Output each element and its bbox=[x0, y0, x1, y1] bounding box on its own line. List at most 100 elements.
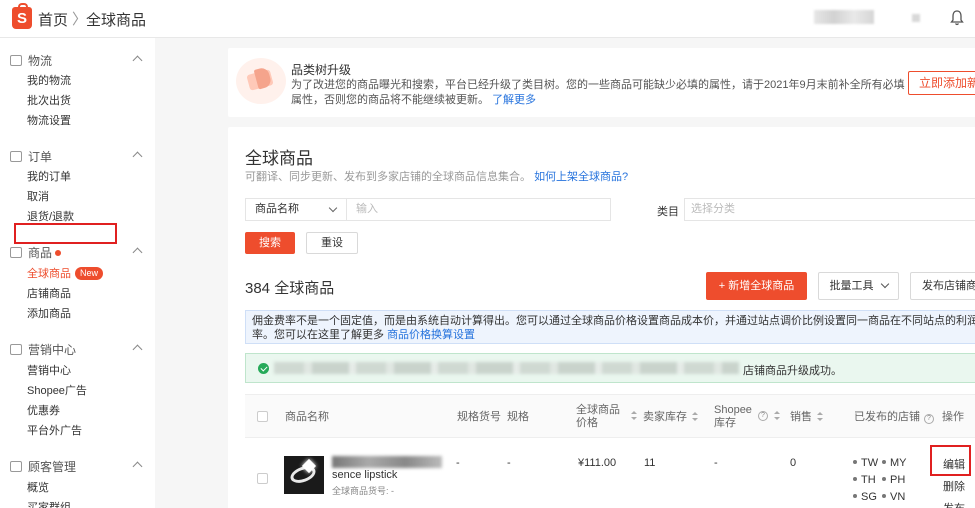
sort-icon[interactable] bbox=[817, 412, 823, 421]
col-spec: 规格 bbox=[507, 411, 529, 423]
breadcrumb-home[interactable]: 首页 bbox=[38, 9, 68, 30]
sidebar-item-overview[interactable]: 概览 bbox=[27, 479, 49, 495]
help-icon[interactable]: ? bbox=[924, 414, 934, 424]
sidebar-section-marketing[interactable]: 营销中心 bbox=[10, 341, 76, 358]
sort-icon[interactable] bbox=[774, 411, 780, 420]
sidebar-item-cancel[interactable]: 取消 bbox=[27, 188, 49, 204]
select-all-checkbox[interactable] bbox=[257, 411, 268, 422]
delete-link[interactable]: 删除 bbox=[943, 478, 965, 494]
publish-link[interactable]: 发布 bbox=[943, 500, 965, 508]
chevron-up-icon[interactable] bbox=[132, 461, 143, 472]
sidebar-item-buyer-groups[interactable]: 买家群组 bbox=[27, 499, 71, 508]
account-avatar-blurred[interactable] bbox=[912, 14, 920, 22]
add-attributes-button[interactable]: 立即添加新属性 bbox=[908, 71, 975, 95]
people-icon bbox=[10, 461, 22, 472]
sort-icon[interactable] bbox=[692, 412, 698, 421]
highlight-annotation-box bbox=[14, 223, 117, 244]
global-product-sku: 全球商品货号: - bbox=[332, 486, 394, 496]
sidebar-item-shop-products[interactable]: 店铺商品 bbox=[27, 285, 71, 301]
sidebar-section-orders[interactable]: 订单 bbox=[10, 148, 52, 165]
sidebar-item-marketing-center[interactable]: 营销中心 bbox=[27, 362, 71, 378]
shop-tag: MY bbox=[882, 457, 907, 469]
sidebar-section-products[interactable]: 商品 bbox=[10, 244, 62, 261]
sidebar-item-global-products[interactable]: 全球商品 New bbox=[27, 265, 104, 281]
sidebar: 物流 我的物流 批次出货 物流设置 订单 我的订单 取消 退货/退款 商品 全球… bbox=[0, 38, 155, 508]
learn-more-link[interactable]: 了解更多 bbox=[492, 94, 536, 106]
page-subtitle: 可翻译、同步更新、发布到多家店铺的全球商品信息集合。 如何上架全球商品? bbox=[245, 171, 629, 183]
blurred-text bbox=[274, 362, 739, 374]
sidebar-item-logistics-settings[interactable]: 物流设置 bbox=[27, 112, 71, 128]
sidebar-item-shopee-ads[interactable]: Shopee广告 bbox=[27, 382, 87, 398]
product-name[interactable]: sence lipstick bbox=[332, 469, 397, 481]
chevron-up-icon[interactable] bbox=[132, 151, 143, 162]
sidebar-item-offsite-ads[interactable]: 平台外广告 bbox=[27, 422, 82, 438]
success-alert: 店铺商品升级成功。 bbox=[245, 353, 975, 383]
cell-shopee-stock: - bbox=[714, 457, 718, 469]
sidebar-item-vouchers[interactable]: 优惠券 bbox=[27, 402, 60, 418]
highlight-annotation-box bbox=[930, 445, 971, 476]
add-global-product-button[interactable]: + 新增全球商品 bbox=[706, 272, 807, 300]
chevron-up-icon[interactable] bbox=[132, 247, 143, 258]
search-button[interactable]: 搜索 bbox=[245, 232, 295, 254]
check-circle-icon bbox=[258, 363, 269, 374]
bulk-tools-button[interactable]: 批量工具 bbox=[818, 272, 899, 300]
help-icon[interactable]: ? bbox=[758, 411, 768, 421]
sidebar-section-customers[interactable]: 顾客管理 bbox=[10, 458, 76, 475]
cell-sku: - bbox=[456, 457, 460, 469]
category-label: 类目 bbox=[657, 206, 679, 218]
col-actions: 操作 bbox=[942, 411, 964, 423]
cell-sales: 0 bbox=[790, 457, 797, 469]
notification-bell-icon[interactable] bbox=[950, 10, 964, 26]
col-sales[interactable]: 销售 bbox=[790, 411, 823, 424]
sidebar-item-returns[interactable]: 退货/退款 bbox=[27, 208, 74, 224]
sort-icon[interactable] bbox=[631, 411, 637, 420]
search-input[interactable]: 输入 bbox=[346, 198, 611, 221]
sidebar-section-logistics[interactable]: 物流 bbox=[10, 52, 52, 69]
chevron-up-icon[interactable] bbox=[132, 55, 143, 66]
category-upgrade-banner: 品类树升级 为了改进您的商品曝光和搜索，平台已经升级了类目树。您的一些商品可能缺… bbox=[228, 48, 975, 117]
commission-info-box: 佣金费率不是一个固定值，而是由系统自动计算得出。您可以通过全球商品价格设置商品成… bbox=[245, 310, 975, 344]
tag-icon bbox=[10, 344, 22, 355]
category-select[interactable]: 选择分类 bbox=[684, 198, 975, 221]
product-name-blurred bbox=[332, 456, 442, 468]
row-checkbox[interactable] bbox=[257, 473, 268, 484]
col-seller-stock[interactable]: 卖家库存 bbox=[643, 411, 698, 424]
notification-dot bbox=[55, 250, 62, 256]
sidebar-item-my-orders[interactable]: 我的订单 bbox=[27, 168, 71, 184]
cell-spec: - bbox=[507, 457, 511, 469]
chevron-up-icon[interactable] bbox=[132, 344, 143, 355]
global-products-card: 全球商品 可翻译、同步更新、发布到多家店铺的全球商品信息集合。 如何上架全球商品… bbox=[228, 127, 975, 508]
search-field-select[interactable]: 商品名称 bbox=[245, 198, 346, 221]
reset-button[interactable]: 重设 bbox=[306, 232, 358, 254]
shop-tag: VN bbox=[882, 491, 905, 503]
new-badge: New bbox=[75, 267, 104, 280]
price-conversion-settings-link[interactable]: 商品价格换算设置 bbox=[387, 329, 475, 341]
col-sku: 规格货号 bbox=[457, 411, 501, 423]
sidebar-item-my-logistics[interactable]: 我的物流 bbox=[27, 72, 71, 88]
product-count-title: 384 全球商品 bbox=[245, 280, 335, 297]
shop-tag: TW bbox=[853, 457, 878, 469]
truck-icon bbox=[10, 55, 22, 66]
shop-tag: PH bbox=[882, 474, 905, 486]
col-product-name: 商品名称 bbox=[285, 411, 329, 423]
account-name-blurred[interactable] bbox=[814, 10, 874, 24]
how-to-list-link[interactable]: 如何上架全球商品? bbox=[534, 171, 628, 183]
clipboard-icon bbox=[10, 151, 22, 162]
sidebar-item-batch-shipping[interactable]: 批次出货 bbox=[27, 92, 71, 108]
publish-shop-products-button[interactable]: 发布店铺商品 bbox=[910, 272, 975, 300]
col-shopee-stock: Shopee库存 bbox=[714, 404, 752, 429]
product-thumbnail[interactable] bbox=[284, 456, 324, 494]
success-text: 店铺商品升级成功。 bbox=[743, 365, 842, 377]
banner-title: 品类树升级 bbox=[291, 63, 352, 77]
sidebar-item-add-product[interactable]: 添加商品 bbox=[27, 305, 71, 321]
col-published-shops: 已发布的店铺? bbox=[854, 411, 934, 424]
box-icon bbox=[10, 247, 22, 258]
chevron-down-icon bbox=[880, 279, 889, 289]
cell-stock: 11 bbox=[644, 457, 656, 469]
breadcrumb-separator: 〉 bbox=[72, 11, 88, 28]
cell-price: ¥111.00 bbox=[578, 457, 617, 469]
megaphone-icon bbox=[236, 58, 286, 104]
top-bar: S 首页 〉 全球商品 bbox=[0, 0, 975, 38]
shopee-logo-icon[interactable]: S bbox=[12, 3, 32, 29]
col-global-price[interactable]: 全球商品价格 bbox=[576, 404, 624, 430]
